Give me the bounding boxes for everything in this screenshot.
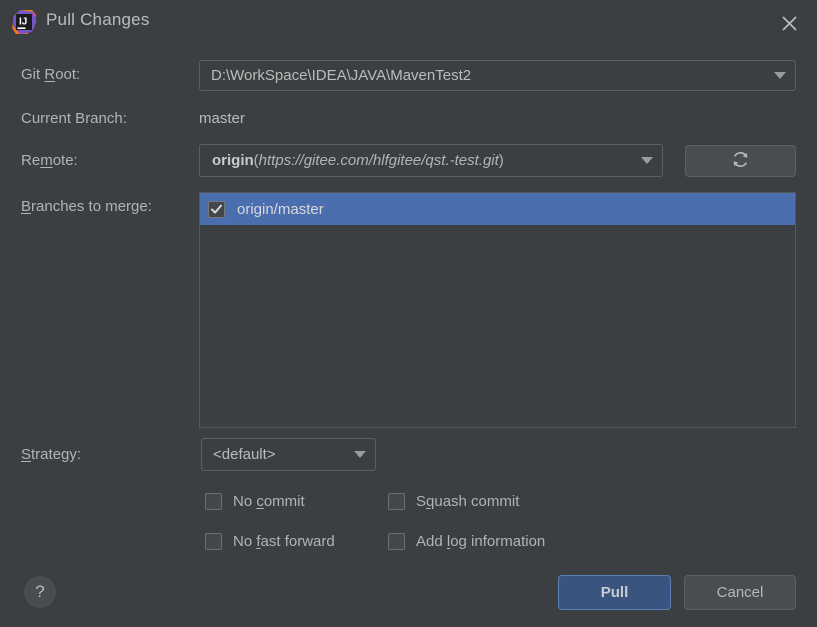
branches-to-merge-list[interactable]: origin/master <box>199 192 796 428</box>
branch-checkbox[interactable] <box>208 200 225 218</box>
checkbox-box[interactable] <box>205 493 222 510</box>
no-fast-forward-checkbox[interactable]: No fast forward <box>205 533 335 550</box>
chevron-down-icon[interactable] <box>632 145 662 176</box>
refresh-icon <box>731 150 750 173</box>
no-fast-forward-label: No fast forward <box>233 533 335 550</box>
add-log-information-label: Add log information <box>416 533 546 550</box>
branches-to-merge-label: Branches to merge: <box>21 198 152 215</box>
pull-button[interactable]: Pull <box>558 575 671 610</box>
squash-commit-checkbox[interactable]: Squash commit <box>388 493 519 510</box>
intellij-idea-logo-icon: IJ <box>11 9 37 35</box>
list-item[interactable]: origin/master <box>200 193 795 225</box>
checkbox-box[interactable] <box>205 533 222 550</box>
git-root-label: Git Root: <box>21 66 81 83</box>
strategy-value: <default> <box>213 446 276 463</box>
no-commit-checkbox[interactable]: No commit <box>205 493 305 510</box>
help-button[interactable]: ? <box>24 576 56 608</box>
no-commit-label: No commit <box>233 493 305 510</box>
remote-url: https://gitee.com/hlfgitee/qst.-test.git <box>258 152 499 169</box>
refresh-remotes-button[interactable] <box>685 145 796 177</box>
chevron-down-icon[interactable] <box>765 61 795 90</box>
remote-combobox[interactable]: origin(https://gitee.com/hlfgitee/qst.-t… <box>199 144 663 177</box>
strategy-label: Strategy: <box>21 446 82 463</box>
dialog-titlebar: IJ Pull Changes <box>0 0 817 46</box>
chevron-down-icon[interactable] <box>345 439 375 470</box>
current-branch-value: master <box>199 110 245 127</box>
question-mark-icon: ? <box>35 582 45 601</box>
pull-changes-dialog: IJ Pull Changes Git Root: D:\WorkSpace\I… <box>0 0 817 627</box>
add-log-information-checkbox[interactable]: Add log information <box>388 533 545 550</box>
close-icon[interactable] <box>775 9 803 37</box>
git-root-combobox[interactable]: D:\WorkSpace\IDEA\JAVA\MavenTest2 <box>199 60 796 91</box>
svg-text:IJ: IJ <box>19 17 27 28</box>
git-root-value: D:\WorkSpace\IDEA\JAVA\MavenTest2 <box>211 67 472 84</box>
strategy-combobox[interactable]: <default> <box>201 438 376 471</box>
cancel-button[interactable]: Cancel <box>684 575 796 610</box>
remote-label: Remote: <box>21 152 78 169</box>
squash-commit-label: Squash commit <box>416 493 520 510</box>
branch-name: origin/master <box>237 200 324 218</box>
remote-value: origin(https://gitee.com/hlfgitee/qst.-t… <box>212 152 504 169</box>
checkbox-box[interactable] <box>388 533 405 550</box>
dialog-title: Pull Changes <box>46 10 150 29</box>
current-branch-label: Current Branch: <box>21 110 127 127</box>
remote-name: origin <box>212 152 254 169</box>
checkbox-box[interactable] <box>388 493 405 510</box>
